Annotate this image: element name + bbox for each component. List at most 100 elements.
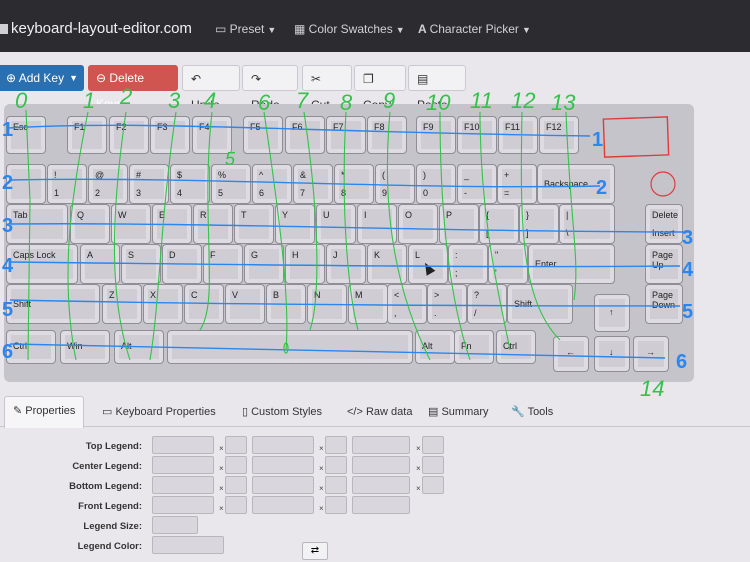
clear-icon[interactable]: × [416,444,421,453]
row-label-left-1: 1 [2,119,13,141]
bottom-legend-color-right[interactable] [422,476,444,494]
col-line-1 [67,111,89,361]
list-icon: ▤ [428,406,442,418]
center-legend-input-center[interactable] [252,456,314,474]
col-label-13: 13 [551,90,576,115]
col-label-12: 12 [511,88,535,113]
legend-size-input[interactable] [152,516,198,534]
row-line-5 [9,299,681,307]
red-box-annotation [602,116,670,158]
col-line-0 [25,109,31,361]
top-legend-input-center[interactable] [252,436,314,454]
col-label-2: 2 [119,84,132,109]
top-legend-input-left[interactable] [152,436,214,454]
top-legend-color-center[interactable] [325,436,347,454]
bottom-legend-input-left[interactable] [152,476,214,494]
bottom-legend-color-left[interactable] [225,476,247,494]
clear-icon[interactable]: × [219,484,224,493]
row-label-left-4: 4 [2,255,14,277]
col-line-6 [263,111,288,351]
col-label-3: 3 [168,88,181,113]
center-legend-color-center[interactable] [325,456,347,474]
tab-keyboard-properties[interactable]: ▭ Keyboard Properties [102,400,216,424]
col-label-1: 1 [83,88,95,113]
front-legend-color-center[interactable] [325,496,347,514]
row-number-labels: 1 2 3 4 5 6 1 2 3 4 5 6 [2,119,694,373]
bottom-legend-input-right[interactable] [352,476,410,494]
top-legend-color-right[interactable] [422,436,444,454]
tab-tools[interactable]: 🔧 Tools [511,400,553,424]
row-label-right-4: 4 [682,259,694,281]
clear-icon[interactable]: × [416,484,421,493]
row-line-6 [9,343,666,359]
clear-icon[interactable]: × [319,464,324,473]
col-label-6: 6 [258,90,271,115]
code-icon: </> [347,406,366,418]
col-label-5: 5 [225,149,236,169]
wrench-icon: 🔧 [511,406,528,418]
row-line-2 [9,178,601,188]
clear-icon[interactable]: × [319,504,324,513]
tab-properties-label: Properties [25,405,76,417]
file-icon: ▯ [242,406,252,418]
bottom-legend-input-center[interactable] [252,476,314,494]
front-legend-input-right[interactable] [352,496,410,514]
row-label-right-5: 5 [682,301,693,323]
center-legend-label: Center Legend: [72,461,142,472]
legend-color-input[interactable] [152,536,224,554]
column-lines [25,109,577,361]
clear-icon[interactable]: × [219,444,224,453]
keyboard-icon: ▭ [102,406,116,418]
row-line-3 [9,223,691,233]
col-label-9: 9 [383,88,395,113]
edit-icon: ✎ [13,405,26,417]
col-line-8 [343,111,359,331]
center-legend-color-left[interactable] [225,456,247,474]
col-label-4: 4 [204,88,216,113]
tab-raw-data[interactable]: </> Raw data [347,400,412,424]
col-label-10: 10 [426,90,451,115]
col-line-9 [386,111,431,361]
col-line-4 [199,111,213,331]
tab-raw-data-label: Raw data [365,406,413,418]
row-label-left-6: 6 [2,341,13,363]
row-label-right-1: 1 [592,129,603,151]
bottom-legend-color-center[interactable] [325,476,347,494]
top-legend-color-left[interactable] [225,436,247,454]
tab-properties[interactable]: ✎ Properties [4,396,85,428]
col-label-7: 7 [296,88,309,113]
col-line-3 [149,111,177,361]
col-line-13 [565,111,577,301]
red-circle-annotation [650,171,676,197]
shuffle-button[interactable]: ⇄ [302,542,328,560]
tab-summary-label: Summary [441,406,489,418]
clear-icon[interactable]: × [319,444,324,453]
center-legend-input-left[interactable] [152,456,214,474]
center-legend-input-right[interactable] [352,456,410,474]
tab-summary[interactable]: ▤ Summary [428,400,489,424]
center-legend-color-right[interactable] [422,456,444,474]
clear-icon[interactable]: × [219,464,224,473]
tab-tools-label: Tools [527,406,554,418]
tab-keyboard-properties-label: Keyboard Properties [115,406,216,418]
col-label-0: 0 [15,88,28,113]
tab-custom-styles[interactable]: ▯ Custom Styles [242,400,322,424]
row-label-left-2: 2 [2,172,13,194]
top-legend-input-right[interactable] [352,436,410,454]
front-legend-label: Front Legend: [78,501,142,512]
col-label-8: 8 [340,90,353,115]
row-line-4 [9,261,681,268]
front-legend-input-left[interactable] [152,496,214,514]
row-line-1 [7,124,591,137]
row-lines [7,124,691,359]
tab-custom-styles-label: Custom Styles [251,406,323,418]
row-label-left-5: 5 [2,299,13,321]
front-legend-input-center[interactable] [252,496,314,514]
row-label-right-3: 3 [682,227,693,249]
clear-icon[interactable]: × [416,464,421,473]
clear-icon[interactable]: × [319,484,324,493]
clear-icon[interactable]: × [219,504,224,513]
front-legend-color-left[interactable] [225,496,247,514]
top-legend-label: Top Legend: [85,441,142,452]
row-label-left-3: 3 [2,215,13,237]
